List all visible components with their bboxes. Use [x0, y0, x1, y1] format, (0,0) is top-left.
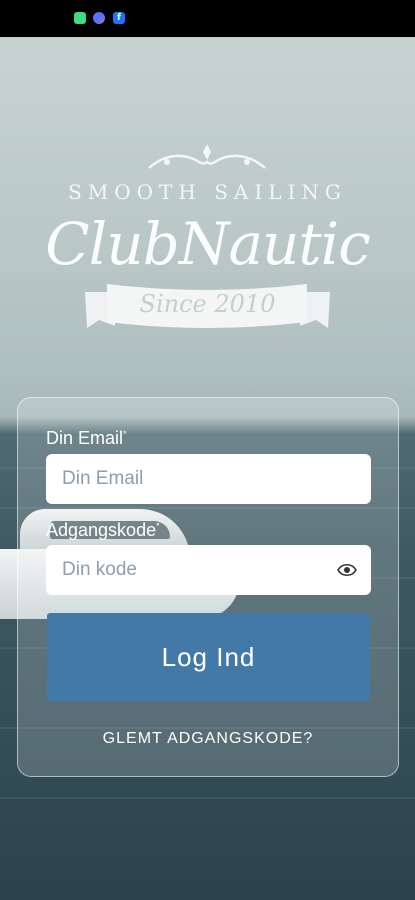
ornament-icon — [148, 144, 266, 169]
logo-tagline: SMOOTH SAILING — [68, 180, 347, 204]
messenger-icon — [93, 12, 105, 24]
club-logo: SMOOTH SAILING ClubNautic Since 2010 — [0, 140, 415, 340]
login-button[interactable]: Log Ind — [47, 613, 370, 701]
eye-icon[interactable] — [337, 561, 357, 579]
password-field-container — [46, 545, 371, 595]
password-label: Adgangskode* — [46, 520, 160, 540]
status-bar: f — [0, 0, 415, 37]
logo-brand: ClubNautic — [45, 210, 370, 278]
sms-icon — [74, 12, 86, 24]
forgot-password-link[interactable]: GLEMT ADGANGSKODE? — [18, 730, 398, 748]
logo-since: Since 2010 — [139, 290, 276, 318]
email-field[interactable] — [46, 454, 371, 504]
password-field[interactable] — [46, 545, 371, 595]
email-field-container — [46, 454, 371, 504]
facebook-icon: f — [113, 12, 125, 24]
email-label: Din Email* — [46, 428, 127, 448]
login-card: Din Email* Adgangskode* Log Ind GLEMT AD… — [17, 397, 399, 777]
